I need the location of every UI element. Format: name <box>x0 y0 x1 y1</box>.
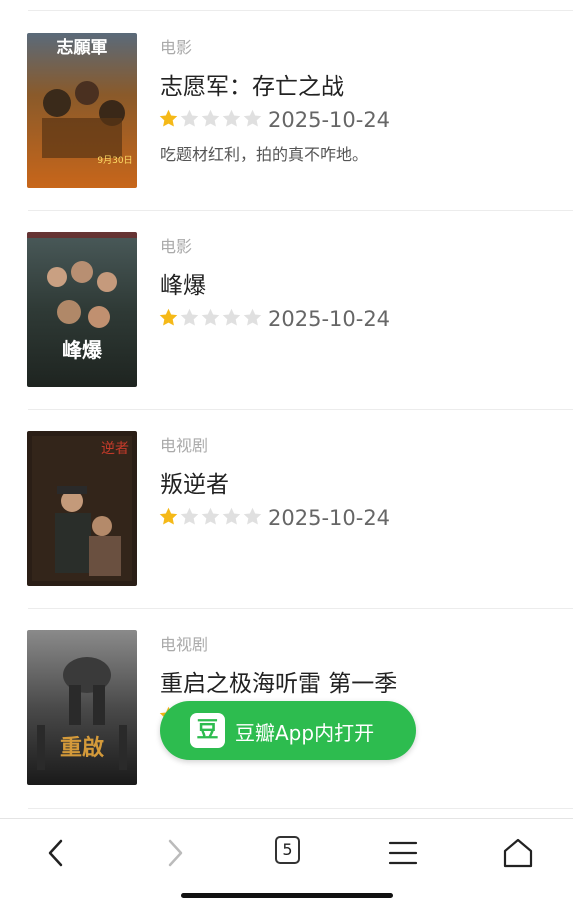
item-title[interactable]: 峰爆 <box>160 266 206 300</box>
home-indicator <box>181 893 393 898</box>
list-item[interactable]: 逆者 电视剧 叛逆者 2025-10-24 <box>0 410 573 608</box>
poster-title-text: 重啟 <box>60 735 104 761</box>
rating-date: 2025-10-24 <box>268 108 391 132</box>
star-empty-icon <box>180 308 199 326</box>
star-empty-icon <box>180 109 199 127</box>
poster-date-text: 9月30日 <box>97 155 132 166</box>
poster-image[interactable]: 重啟 <box>27 630 137 785</box>
rating-date: 2025-10-24 <box>268 307 391 331</box>
rating-stars <box>158 506 263 528</box>
star-empty-icon <box>222 109 241 127</box>
poster-title-text: 逆者 <box>101 441 129 457</box>
category-label: 电视剧 <box>160 436 209 455</box>
divider <box>28 10 573 11</box>
rating-date: 2025-10-24 <box>268 506 391 530</box>
forward-icon[interactable] <box>150 833 200 873</box>
poster-image[interactable]: 志願軍 9月30日 <box>27 33 137 188</box>
star-empty-icon <box>180 507 199 525</box>
star-empty-icon <box>201 507 220 525</box>
tabs-icon[interactable]: 5 <box>275 836 300 864</box>
star-filled-icon <box>159 507 178 525</box>
poster-image[interactable]: 峰爆 <box>27 232 137 387</box>
star-filled-icon <box>159 308 178 326</box>
star-empty-icon <box>243 109 262 127</box>
rating-stars <box>158 108 263 130</box>
comment-text: 吃题材红利，拍的真不咋地。 <box>160 145 369 164</box>
star-empty-icon <box>243 507 262 525</box>
star-empty-icon <box>222 308 241 326</box>
poster-image[interactable]: 逆者 <box>27 431 137 586</box>
star-empty-icon <box>222 507 241 525</box>
star-filled-icon <box>159 109 178 127</box>
item-title[interactable]: 叛逆者 <box>160 465 229 499</box>
open-in-app-button[interactable]: 豆 豆瓣App内打开 <box>160 701 416 760</box>
menu-icon[interactable] <box>378 833 428 873</box>
list-item[interactable]: 志願軍 9月30日 电影 志愿军：存亡之战 2025-10-24 吃题材红利，拍… <box>0 12 573 210</box>
poster-title-text: 峰爆 <box>62 338 103 362</box>
divider <box>28 808 573 809</box>
category-label: 电影 <box>160 38 193 57</box>
star-empty-icon <box>201 109 220 127</box>
item-title[interactable]: 志愿军：存亡之战 <box>160 67 344 101</box>
item-title[interactable]: 重启之极海听雷 第一季 <box>160 664 397 698</box>
open-in-app-label: 豆瓣App内打开 <box>235 721 375 745</box>
douban-logo-icon: 豆 <box>190 713 225 748</box>
category-label: 电视剧 <box>160 635 209 654</box>
home-icon[interactable] <box>493 833 543 873</box>
category-label: 电影 <box>160 237 193 256</box>
poster-title-text: 志願軍 <box>57 37 108 58</box>
list-item[interactable]: 峰爆 电影 峰爆 2025-10-24 <box>0 211 573 409</box>
rating-stars <box>158 307 263 329</box>
star-empty-icon <box>243 308 262 326</box>
star-empty-icon <box>201 308 220 326</box>
back-icon[interactable] <box>33 833 83 873</box>
